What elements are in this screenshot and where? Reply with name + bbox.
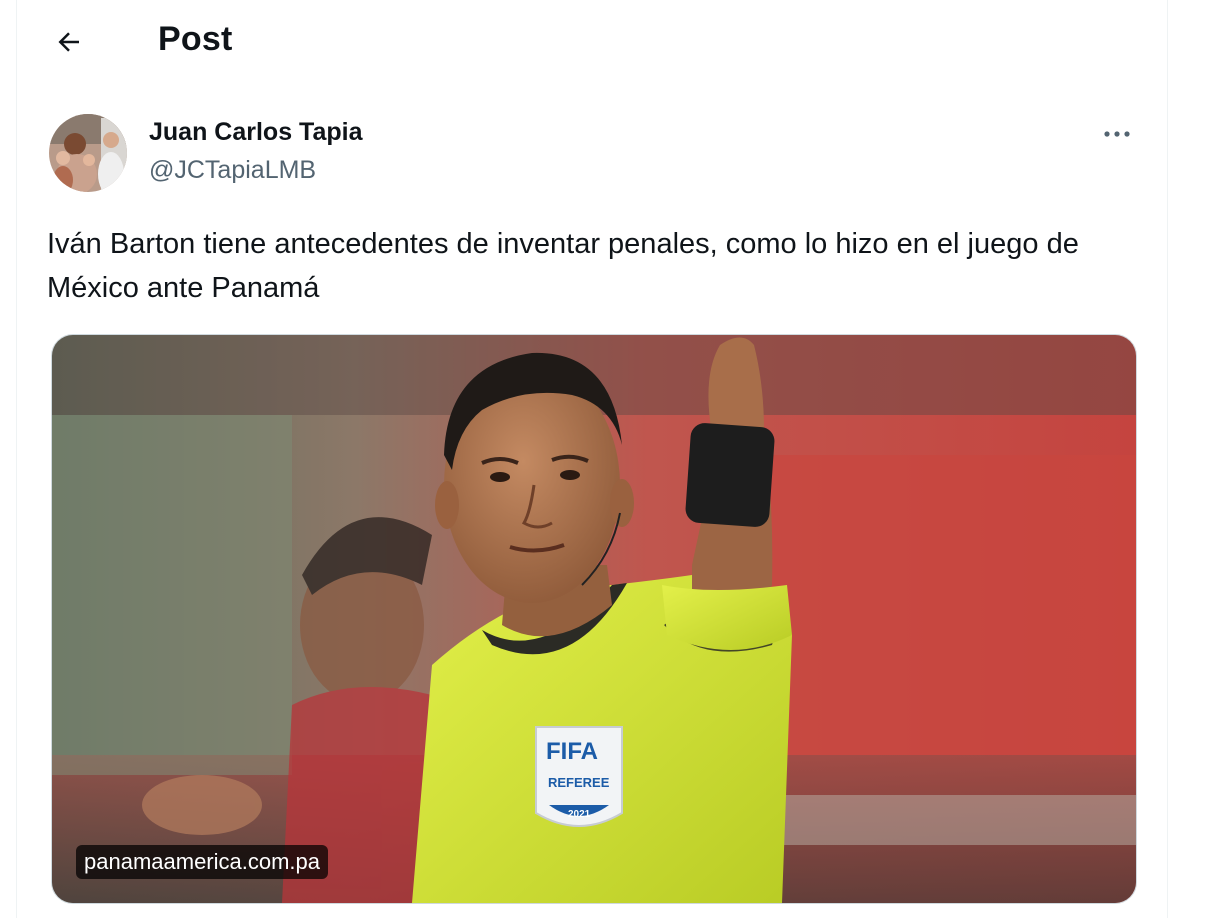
avatar[interactable] bbox=[49, 114, 127, 192]
more-horizontal-icon bbox=[1104, 131, 1130, 137]
post-media[interactable]: FIFA REFEREE 2021 panamaamerica.com.pa bbox=[51, 334, 1137, 904]
post-detail-panel: Post Juan Carlos Tapia @JCTapiaLMB Iván … bbox=[16, 0, 1168, 918]
post-header: Post bbox=[17, 0, 1167, 84]
arrow-left-icon bbox=[58, 32, 79, 52]
media-source-label[interactable]: panamaamerica.com.pa bbox=[76, 845, 329, 879]
post-text: Iván Barton tiene antecedentes de invent… bbox=[47, 228, 1079, 304]
author-handle[interactable]: @JCTapiaLMB bbox=[149, 156, 316, 185]
author-display-name[interactable]: Juan Carlos Tapia bbox=[149, 118, 363, 147]
fifa-badge: FIFA REFEREE 2021 bbox=[535, 726, 623, 827]
avatar-image bbox=[49, 114, 127, 192]
back-button[interactable] bbox=[47, 20, 91, 64]
more-options-button[interactable] bbox=[1095, 114, 1139, 154]
fifa-badge-text: FIFA bbox=[546, 738, 598, 765]
fifa-badge-year: 2021 bbox=[568, 809, 591, 820]
page-title: Post bbox=[158, 20, 233, 58]
referee-photo: FIFA REFEREE 2021 bbox=[52, 335, 1136, 903]
fifa-badge-sub: REFEREE bbox=[548, 775, 610, 790]
